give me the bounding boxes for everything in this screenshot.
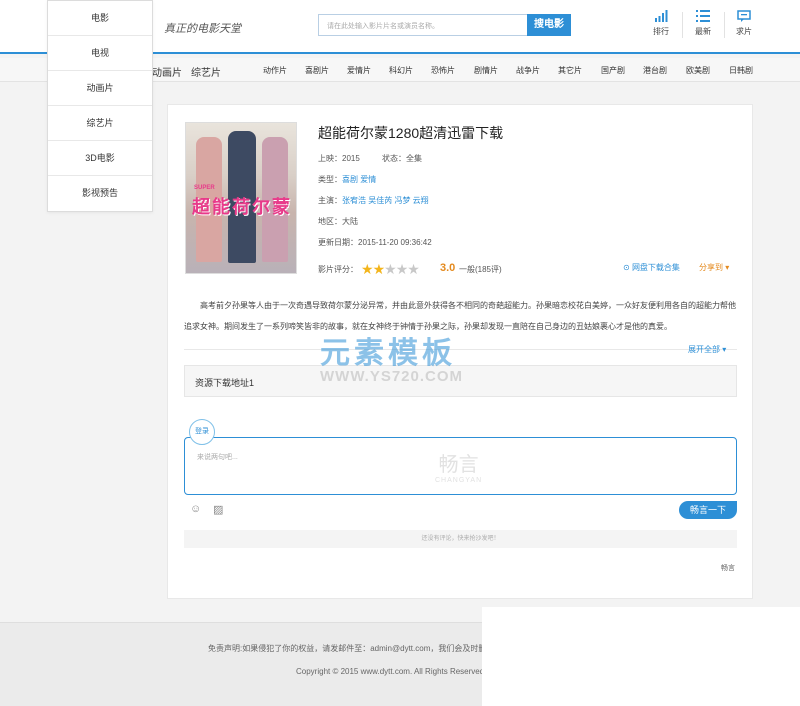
nav-genre[interactable]: 其它片 xyxy=(558,65,582,76)
ranking-label: 排行 xyxy=(653,27,669,36)
ranking-link[interactable]: 排行 xyxy=(646,10,676,37)
updated-row: 更新日期：2015-11-20 09:36:42 xyxy=(318,237,432,248)
nav-genre[interactable]: 欧美剧 xyxy=(686,65,710,76)
nav-genre[interactable]: 剧情片 xyxy=(474,65,498,76)
star-icon[interactable]: ★ xyxy=(384,261,397,277)
footer-copyright: Copyright © 2015 www.dytt.com. All Right… xyxy=(296,667,485,676)
dropdown-item-tv[interactable]: 电视 xyxy=(48,36,152,71)
nav-item-variety[interactable]: 综艺片 xyxy=(191,64,221,79)
header-divider xyxy=(724,12,725,38)
empty-comments-notice: 还没有评论，快来抢沙发吧！ xyxy=(184,530,737,548)
region-row: 地区：大陆 xyxy=(318,216,358,227)
nav-genre[interactable]: 战争片 xyxy=(516,65,540,76)
dropdown-item-movie[interactable]: 电影 xyxy=(48,1,152,36)
download-title: 资源下载地址1 xyxy=(195,378,255,388)
chevron-down-icon: ▾ xyxy=(722,345,727,354)
watermark-logo: 元素模板 xyxy=(320,337,456,370)
dropdown-item-3d[interactable]: 3D电影 xyxy=(48,141,152,176)
status-row: 状态：全集 xyxy=(382,153,422,164)
list-icon xyxy=(688,10,718,26)
nav-genre[interactable]: 科幻片 xyxy=(389,65,413,76)
download-cloud-icon: ⊙ xyxy=(623,263,630,272)
netdisk-link[interactable]: ⊙ 网盘下载合集 xyxy=(623,262,680,273)
updated-value: 2015-11-20 09:36:42 xyxy=(358,238,432,247)
status-label: 状态： xyxy=(382,154,406,163)
nav-genre[interactable]: 喜剧片 xyxy=(305,65,329,76)
request-label: 求片 xyxy=(736,27,752,36)
changyan-logo: 畅言 CHANGYAN xyxy=(435,448,482,484)
image-icon[interactable]: ▨ xyxy=(213,503,223,516)
nav-item-animation[interactable]: 动画片 xyxy=(152,64,182,79)
poster-title: 超能荷尔蒙 xyxy=(192,197,292,217)
star-rating[interactable]: ★★★★★ xyxy=(361,261,420,278)
cast-links[interactable]: 张宥浩 吴佳芮 冯梦 云翔 xyxy=(342,196,429,205)
movie-poster[interactable]: SUPER 超能荷尔蒙 xyxy=(185,122,297,274)
updated-label: 更新日期： xyxy=(318,238,358,247)
nav-genre[interactable]: 爱情片 xyxy=(347,65,371,76)
search-button[interactable]: 搜电影 xyxy=(527,14,571,36)
comment-placeholder: 来说两句吧... xyxy=(197,454,238,461)
rating-score: 3.0 xyxy=(440,262,456,274)
comment-login-button[interactable]: 登录 xyxy=(189,419,215,445)
cast-row: 主演：张宥浩 吴佳芮 冯梦 云翔 xyxy=(318,195,429,206)
region-value: 大陆 xyxy=(342,217,358,226)
poster-subtitle: SUPER xyxy=(194,185,215,191)
chat-icon xyxy=(729,10,759,26)
site-slogan: 真正的电影天堂 xyxy=(164,23,241,35)
chevron-down-icon: ▾ xyxy=(725,263,730,272)
latest-label: 最新 xyxy=(695,27,711,36)
movie-detail-card: SUPER 超能荷尔蒙 超能荷尔蒙1280超清迅雷下载 上映：2015 状态：全… xyxy=(167,104,753,599)
footer-disclaimer: 免责声明:如果侵犯了你的权益，请发邮件至：admin@dytt.com，我们会及… xyxy=(208,644,488,653)
type-label: 类型： xyxy=(318,175,342,184)
movie-title: 超能荷尔蒙1280超清迅雷下载 xyxy=(318,125,504,141)
submit-comment-button[interactable]: 畅言一下 xyxy=(679,501,737,519)
search-input[interactable]: 请在此处输入影片片名或演员名称。 xyxy=(318,14,528,36)
nav-genre[interactable]: 日韩剧 xyxy=(729,65,753,76)
request-link[interactable]: 求片 xyxy=(729,10,759,37)
nav-genre[interactable]: 动作片 xyxy=(263,65,287,76)
overlay-block xyxy=(482,607,800,706)
netdisk-label: 网盘下载合集 xyxy=(631,263,680,272)
divider xyxy=(184,349,737,350)
share-label: 分享到 xyxy=(699,263,723,272)
emoji-icon[interactable]: ☺ xyxy=(190,503,201,515)
expand-label: 展开全部 xyxy=(688,345,720,354)
bar-chart-icon xyxy=(646,10,676,26)
dropdown-item-variety[interactable]: 综艺片 xyxy=(48,106,152,141)
star-icon[interactable]: ★ xyxy=(361,261,374,277)
rating-level: 一般(185评) xyxy=(459,265,502,274)
comment-textarea[interactable]: 来说两句吧... 畅言 CHANGYAN xyxy=(184,437,737,495)
release-label: 上映： xyxy=(318,154,342,163)
star-icon[interactable]: ★ xyxy=(407,261,420,277)
changyan-logo-en: CHANGYAN xyxy=(435,477,483,484)
watermark-url: WWW.YS720.COM xyxy=(320,368,464,385)
star-icon[interactable]: ★ xyxy=(396,261,409,277)
cast-label: 主演： xyxy=(318,196,342,205)
release-value: 2015 xyxy=(342,154,360,163)
expand-button[interactable]: 展开全部 ▾ xyxy=(688,344,726,355)
header-divider xyxy=(682,12,683,38)
nav-genre[interactable]: 国产剧 xyxy=(601,65,625,76)
share-button[interactable]: 分享到 ▾ xyxy=(699,262,729,273)
changyan-footer-link[interactable]: 畅言 xyxy=(721,563,735,573)
rating-label: 影片评分： xyxy=(318,265,358,274)
dropdown-item-animation[interactable]: 动画片 xyxy=(48,71,152,106)
changyan-logo-text: 畅言 xyxy=(438,454,479,476)
type-links[interactable]: 喜剧 爱情 xyxy=(342,175,376,184)
nav-genre[interactable]: 港台剧 xyxy=(643,65,667,76)
nav-genre[interactable]: 恐怖片 xyxy=(431,65,455,76)
release-row: 上映：2015 xyxy=(318,153,360,164)
region-label: 地区： xyxy=(318,217,342,226)
type-row: 类型：喜剧 爱情 xyxy=(318,174,376,185)
dropdown-item-trailer[interactable]: 影视预告 xyxy=(48,176,152,211)
latest-link[interactable]: 最新 xyxy=(688,10,718,37)
status-value: 全集 xyxy=(406,154,422,163)
movie-description: 高考前夕孙果等人由于一次奇遇导致荷尔蒙分泌异常，并由此意外获得各不相同的奇葩超能… xyxy=(184,301,736,331)
star-icon[interactable]: ★ xyxy=(373,261,386,277)
category-dropdown: 电影 电视 动画片 综艺片 3D电影 影视预告 xyxy=(47,0,153,212)
